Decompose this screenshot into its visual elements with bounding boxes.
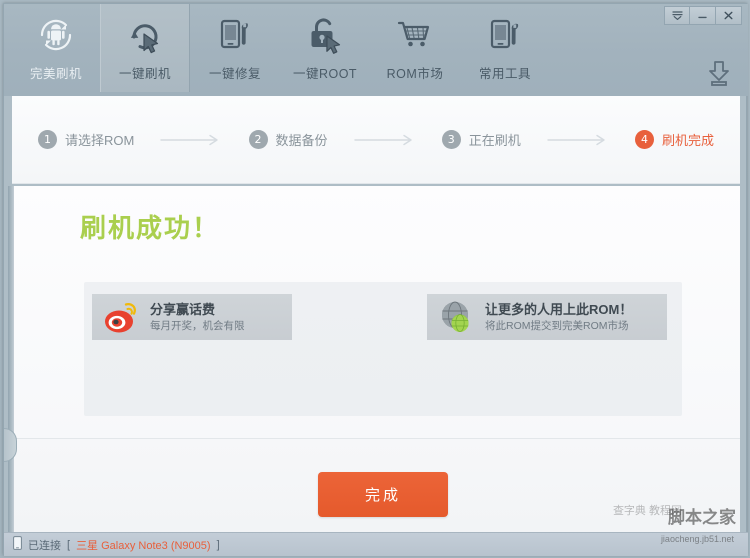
success-title: 刷机成功！ <box>80 213 221 243</box>
padlock-cursor-icon <box>304 14 346 56</box>
step-label-3: 正在刷机 <box>468 133 521 148</box>
promo-text-weibo: 分享赢话费 每月开奖，机会有限 <box>150 302 245 333</box>
step-select-rom[interactable]: 1 请选择ROM <box>38 130 134 149</box>
toolbar-tab-list: 完美刷机 一键刷机 一键修复 一键ROOT ROM市场 常用工具 <box>12 4 550 96</box>
step-label-2: 数据备份 <box>275 133 328 148</box>
promo-subtitle-rom: 将此ROM提交到完美ROM市场 <box>485 319 629 332</box>
status-bar: 已连接 [ 三星 Galaxy Note3 (N9005) ] <box>4 532 748 556</box>
tab-label-one-key-root: 一键ROOT <box>292 67 358 81</box>
main-toolbar: 完美刷机 一键刷机 一键修复 一键ROOT ROM市场 常用工具 <box>4 4 748 96</box>
promo-panel: 分享赢话费 每月开奖，机会有限 让更多的人用上此ROM！ 将此ROM提交到完美R… <box>84 282 682 416</box>
step-arrow-2 <box>350 134 420 146</box>
tab-perfect-flash[interactable]: 完美刷机 <box>12 4 100 92</box>
footer-action-bar: 完成 <box>12 438 740 532</box>
phone-tools-icon <box>484 14 526 56</box>
promo-card-submit-rom[interactable]: 让更多的人用上此ROM！ 将此ROM提交到完美ROM市场 <box>427 294 667 340</box>
promo-text-rom: 让更多的人用上此ROM！ 将此ROM提交到完美ROM市场 <box>485 302 632 333</box>
step-number-2: 2 <box>248 130 268 149</box>
tab-one-key-repair[interactable]: 一键修复 <box>190 4 280 92</box>
tab-common-tools[interactable]: 常用工具 <box>460 4 550 92</box>
tab-label-perfect-flash: 完美刷机 <box>29 67 82 81</box>
window-chrome: 完美刷机 一键刷机 一键修复 一键ROOT ROM市场 常用工具 1 请选择RO… <box>3 3 748 556</box>
tab-one-key-flash[interactable]: 一键刷机 <box>100 4 190 92</box>
window-controls <box>664 6 742 25</box>
tab-label-rom-market: ROM市场 <box>386 67 444 81</box>
menu-chevron-icon[interactable] <box>664 6 690 25</box>
minimize-icon[interactable] <box>690 6 716 25</box>
weibo-icon <box>102 298 140 336</box>
step-flash-complete[interactable]: 4 刷机完成 <box>634 130 714 149</box>
finish-button[interactable]: 完成 <box>318 472 448 517</box>
step-label-4: 刷机完成 <box>661 133 714 148</box>
promo-subtitle-weibo: 每月开奖，机会有限 <box>150 319 245 332</box>
step-progress-bar: 1 请选择ROM 2 数据备份 3 正在刷机 4 刷机完成 <box>12 96 740 184</box>
main-content-panel: 刷机成功！ 分享赢话费 每月开奖，机会有限 让更多的人用上此ROM！ 将此ROM… <box>12 186 740 438</box>
promo-title-weibo: 分享赢话费 <box>150 301 216 317</box>
status-bracket-open: [ <box>67 538 71 551</box>
promo-card-weibo-share[interactable]: 分享赢话费 每月开奖，机会有限 <box>92 294 292 340</box>
step-number-3: 3 <box>441 130 461 149</box>
shopping-cart-icon <box>394 14 436 56</box>
android-refresh-icon <box>35 14 77 56</box>
step-number-4: 4 <box>634 130 654 149</box>
phone-wrench-icon <box>214 14 256 56</box>
tab-label-one-key-flash: 一键刷机 <box>118 67 171 81</box>
step-arrow-1 <box>156 134 226 146</box>
close-icon[interactable] <box>716 6 742 25</box>
globe-icon <box>437 298 475 336</box>
promo-title-rom: 让更多的人用上此ROM！ <box>485 301 633 317</box>
status-device-name: 三星 Galaxy Note3 (N9005) <box>76 539 211 552</box>
step-label-1: 请选择ROM <box>65 133 135 148</box>
step-data-backup[interactable]: 2 数据备份 <box>248 130 328 149</box>
left-rail <box>8 186 14 532</box>
step-flashing[interactable]: 3 正在刷机 <box>441 130 521 149</box>
status-bracket-close: ] <box>216 538 220 551</box>
tab-one-key-root[interactable]: 一键ROOT <box>280 4 370 92</box>
tab-rom-market[interactable]: ROM市场 <box>370 4 460 92</box>
status-connected-label: 已连接 <box>28 539 61 552</box>
tab-label-one-key-repair: 一键修复 <box>208 67 261 81</box>
phone-icon <box>13 536 22 553</box>
step-arrow-3 <box>543 134 613 146</box>
tab-label-common-tools: 常用工具 <box>478 67 531 81</box>
step-number-1: 1 <box>38 130 57 149</box>
cursor-refresh-icon <box>124 14 166 56</box>
download-icon[interactable] <box>704 58 734 88</box>
app-window: 完美刷机 一键刷机 一键修复 一键ROOT ROM市场 常用工具 1 请选择RO… <box>0 0 750 558</box>
